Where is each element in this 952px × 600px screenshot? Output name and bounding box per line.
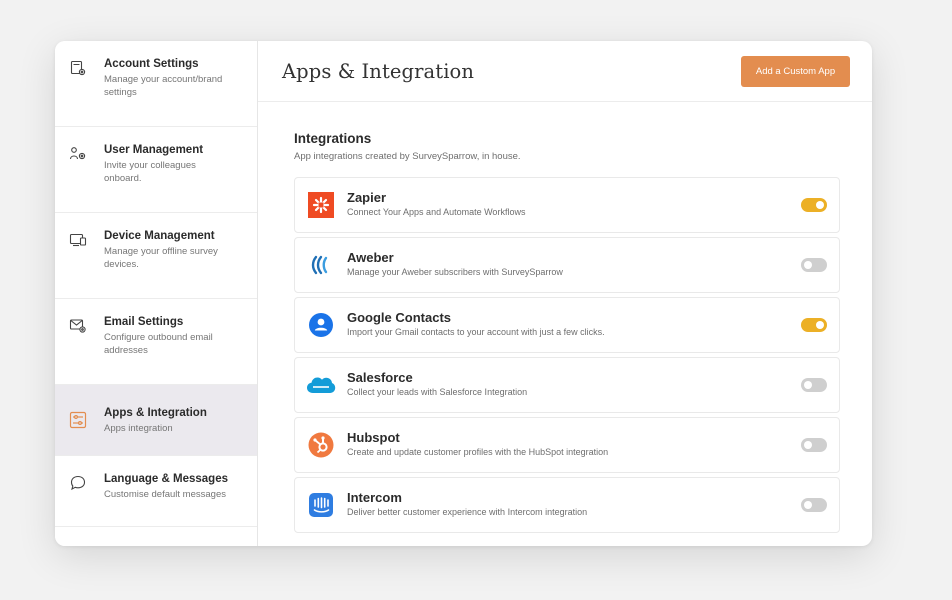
sidebar-item-title: Account Settings xyxy=(104,58,199,70)
integration-description: Connect Your Apps and Automate Workflows xyxy=(347,207,526,217)
hubspot-toggle[interactable] xyxy=(801,438,827,452)
sidebar-item-title: Language & Messages xyxy=(104,473,228,485)
google-contacts-toggle[interactable] xyxy=(801,318,827,332)
salesforce-logo-icon xyxy=(306,370,336,400)
sidebar-item-subtitle: Manage your account/brand settings xyxy=(104,74,223,98)
hubspot-logo-icon xyxy=(306,430,336,460)
integration-description: Collect your leads with Salesforce Integ… xyxy=(347,387,528,397)
page-header: Apps & Integration Add a Custom App xyxy=(258,41,872,102)
integration-name: Salesforce xyxy=(347,370,413,385)
toggle-knob xyxy=(816,201,824,209)
zapier-logo-icon xyxy=(306,190,336,220)
integration-row-aweber: Aweber Manage your Aweber subscribers wi… xyxy=(294,237,840,293)
sidebar-item-subtitle: Configure outbound email addresses xyxy=(104,332,213,356)
intercom-logo-icon xyxy=(306,490,336,520)
sidebar-item-title: Apps & Integration xyxy=(104,406,207,419)
sidebar-item-title: Email Settings xyxy=(104,316,184,328)
integration-row-hubspot: Hubspot Create and update customer profi… xyxy=(294,417,840,473)
integration-row-google-contacts: Google Contacts Import your Gmail contac… xyxy=(294,297,840,353)
integration-name: Google Contacts xyxy=(347,310,452,325)
toggle-knob xyxy=(804,381,812,389)
user-management-icon xyxy=(67,143,89,165)
settings-sidebar: Account Settings Manage your account/bra… xyxy=(55,41,258,546)
integration-row-salesforce: Salesforce Collect your leads with Sales… xyxy=(294,357,840,413)
add-custom-app-button[interactable]: Add a Custom App xyxy=(741,55,850,87)
section-subtitle: App integrations created by SurveySparro… xyxy=(294,151,521,162)
sidebar-item-subtitle: Invite your colleagues onboard. xyxy=(104,160,196,184)
integration-name: Zapier xyxy=(347,190,387,205)
intercom-toggle[interactable] xyxy=(801,498,827,512)
google-contacts-logo-icon xyxy=(306,310,336,340)
sidebar-item-subtitle: Customise default messages xyxy=(104,489,226,500)
page-title: Apps & Integration xyxy=(282,59,475,83)
integration-description: Create and update customer profiles with… xyxy=(347,447,609,457)
sidebar-item-user-management[interactable]: User Management Invite your colleagues o… xyxy=(55,127,257,213)
sidebar-item-device-management[interactable]: Device Management Manage your offline su… xyxy=(55,213,257,299)
sidebar-item-apps-integration[interactable]: Apps & Integration Apps integration xyxy=(55,385,257,456)
chat-bubble-icon xyxy=(67,472,89,494)
sidebar-item-title: User Management xyxy=(104,144,204,156)
toggle-knob xyxy=(804,501,812,509)
settings-window: Account Settings Manage your account/bra… xyxy=(55,41,872,546)
aweber-logo-icon xyxy=(306,250,336,280)
integration-description: Deliver better customer experience with … xyxy=(347,507,588,517)
email-settings-icon xyxy=(67,315,89,337)
integration-row-intercom: Intercom Deliver better customer experie… xyxy=(294,477,840,533)
integration-name: Hubspot xyxy=(347,430,400,445)
main-panel: Apps & Integration Add a Custom App Inte… xyxy=(258,41,872,546)
toggle-knob xyxy=(804,441,812,449)
sidebar-partial-icon xyxy=(67,543,89,546)
sidebar-item-subtitle: Apps integration xyxy=(104,422,173,434)
sidebar-item-language-messages[interactable]: Language & Messages Customise default me… xyxy=(55,456,257,527)
integration-description: Import your Gmail contacts to your accou… xyxy=(347,327,605,337)
salesforce-toggle[interactable] xyxy=(801,378,827,392)
sidebar-item-account-settings[interactable]: Account Settings Manage your account/bra… xyxy=(55,41,257,127)
account-settings-icon xyxy=(67,57,89,79)
toggle-knob xyxy=(816,321,824,329)
integrations-section: Integrations App integrations created by… xyxy=(258,102,872,537)
sidebar-item-subtitle: Manage your offline survey devices. xyxy=(104,246,218,270)
sidebar-item-partial[interactable] xyxy=(55,527,257,546)
sidebar-item-title: Device Management xyxy=(104,230,215,242)
integration-description: Manage your Aweber subscribers with Surv… xyxy=(347,267,563,277)
integration-name: Intercom xyxy=(347,490,402,505)
integration-list: Zapier Connect Your Apps and Automate Wo… xyxy=(294,177,840,533)
integration-name: Aweber xyxy=(347,250,394,265)
apps-integration-icon xyxy=(67,409,89,431)
device-icon xyxy=(67,229,89,251)
aweber-toggle[interactable] xyxy=(801,258,827,272)
sidebar-item-email-settings[interactable]: Email Settings Configure outbound email … xyxy=(55,299,257,385)
integration-row-zapier: Zapier Connect Your Apps and Automate Wo… xyxy=(294,177,840,233)
zapier-toggle[interactable] xyxy=(801,198,827,212)
toggle-knob xyxy=(804,261,812,269)
section-title: Integrations xyxy=(294,131,372,146)
